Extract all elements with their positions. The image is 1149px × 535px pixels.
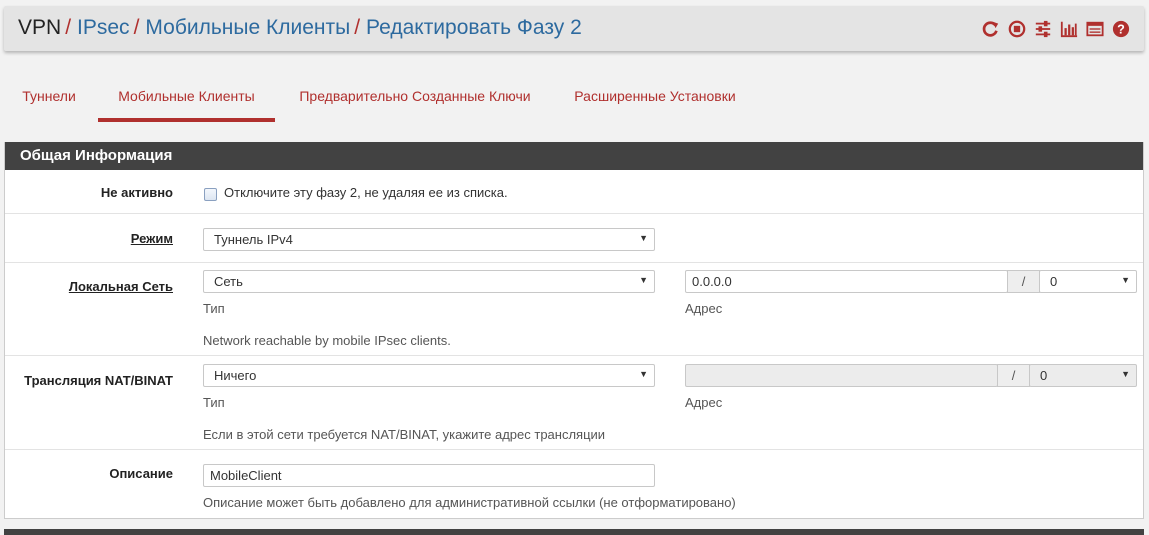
tab-pre-shared-keys[interactable]: Предварительно Созданные Ключи bbox=[285, 78, 545, 122]
nat-label: Трансляция NAT/BINAT bbox=[24, 373, 173, 388]
mode-select[interactable]: Туннель IPv4 ▼ bbox=[203, 228, 655, 251]
header-icon-bar: ? bbox=[982, 19, 1130, 39]
log-icon[interactable] bbox=[1086, 20, 1104, 38]
nat-slash: / bbox=[997, 364, 1030, 387]
local-network-mask-value: 0 bbox=[1050, 274, 1058, 289]
mode-select-value: Туннель IPv4 bbox=[214, 232, 293, 247]
breadcrumb-vpn: VPN bbox=[18, 16, 62, 39]
nat-address-hint: Адрес bbox=[685, 395, 723, 410]
general-information-panel: Общая Информация Не активно Отключите эт… bbox=[4, 142, 1144, 519]
settings-sliders-icon[interactable] bbox=[1034, 20, 1052, 38]
disabled-row: Не активно Отключите эту фазу 2, не удал… bbox=[5, 170, 1143, 213]
chevron-down-icon: ▼ bbox=[1121, 369, 1130, 379]
local-network-address-hint: Адрес bbox=[685, 301, 723, 316]
nat-type-select[interactable]: Ничего ▼ bbox=[203, 364, 655, 387]
svg-text:?: ? bbox=[1117, 23, 1125, 37]
local-network-type-value: Сеть bbox=[214, 274, 243, 289]
panel-title: Общая Информация bbox=[5, 142, 1143, 170]
breadcrumb-separator: / bbox=[354, 16, 361, 39]
breadcrumb-separator: / bbox=[133, 16, 140, 39]
chevron-down-icon: ▼ bbox=[639, 233, 648, 243]
page-header: VPN / IPsec / Мобильные Клиенты / Редактироват… bbox=[4, 6, 1144, 51]
disabled-checkbox-text: Отключите эту фазу 2, не удаляя ее из сп… bbox=[224, 185, 508, 200]
description-input[interactable]: MobileClient bbox=[203, 464, 655, 487]
next-panel-header bbox=[4, 529, 1144, 535]
nat-row: Трансляция NAT/BINAT Ничего ▼ Тип / 0 ▼ … bbox=[5, 355, 1143, 449]
description-row: Описание MobileClient Описание может быт… bbox=[5, 449, 1143, 518]
breadcrumb-mobile-clients-link[interactable]: Мобильные Клиенты bbox=[145, 16, 350, 39]
nat-type-hint: Тип bbox=[203, 395, 225, 410]
mode-label: Режим bbox=[130, 231, 173, 246]
description-help: Описание может быть добавлено для админи… bbox=[203, 495, 736, 510]
nat-type-value: Ничего bbox=[214, 368, 257, 383]
chevron-down-icon: ▼ bbox=[639, 369, 648, 379]
local-network-slash: / bbox=[1007, 270, 1040, 293]
disabled-checkbox[interactable] bbox=[204, 188, 217, 201]
local-network-help: Network reachable by mobile IPsec client… bbox=[203, 333, 451, 348]
local-network-label: Локальная Сеть bbox=[68, 279, 173, 294]
description-label: Описание bbox=[109, 466, 173, 481]
nat-help: Если в этой сети требуется NAT/BINAT, ук… bbox=[203, 427, 606, 442]
breadcrumb: VPN / IPsec / Мобильные Клиенты / Редактироват… bbox=[18, 16, 582, 40]
tab-mobile-clients[interactable]: Мобильные Клиенты bbox=[98, 78, 275, 122]
local-network-address-input[interactable]: 0.0.0.0 bbox=[685, 270, 1008, 293]
mode-row: Режим Туннель IPv4 ▼ bbox=[5, 213, 1143, 262]
local-network-type-select[interactable]: Сеть ▼ bbox=[203, 270, 655, 293]
breadcrumb-edit-phase2-link[interactable]: Редактировать Фазу 2 bbox=[366, 16, 582, 39]
chevron-down-icon: ▼ bbox=[639, 275, 648, 285]
nat-mask-select[interactable]: 0 ▼ bbox=[1029, 364, 1137, 387]
chevron-down-icon: ▼ bbox=[1121, 275, 1130, 285]
breadcrumb-ipsec-link[interactable]: IPsec bbox=[77, 16, 130, 39]
restart-service-icon[interactable] bbox=[982, 20, 1000, 38]
nat-mask-value: 0 bbox=[1040, 368, 1048, 383]
status-chart-icon[interactable] bbox=[1060, 20, 1078, 38]
disabled-label: Не активно bbox=[100, 185, 173, 200]
help-icon[interactable]: ? bbox=[1112, 20, 1130, 38]
local-network-type-hint: Тип bbox=[203, 301, 225, 316]
tab-advanced-settings[interactable]: Расширенные Установки bbox=[560, 78, 750, 122]
local-network-mask-select[interactable]: 0 ▼ bbox=[1039, 270, 1137, 293]
nat-address-input[interactable] bbox=[685, 364, 998, 387]
tab-tunnels[interactable]: Туннели bbox=[4, 78, 94, 122]
local-network-row: Локальная Сеть Сеть ▼ Тип 0.0.0.0 / 0 ▼ … bbox=[5, 262, 1143, 355]
breadcrumb-separator: / bbox=[65, 16, 72, 39]
tab-bar: Туннели Мобильные Клиенты Предварительно… bbox=[4, 78, 1144, 122]
stop-service-icon[interactable] bbox=[1008, 20, 1026, 38]
